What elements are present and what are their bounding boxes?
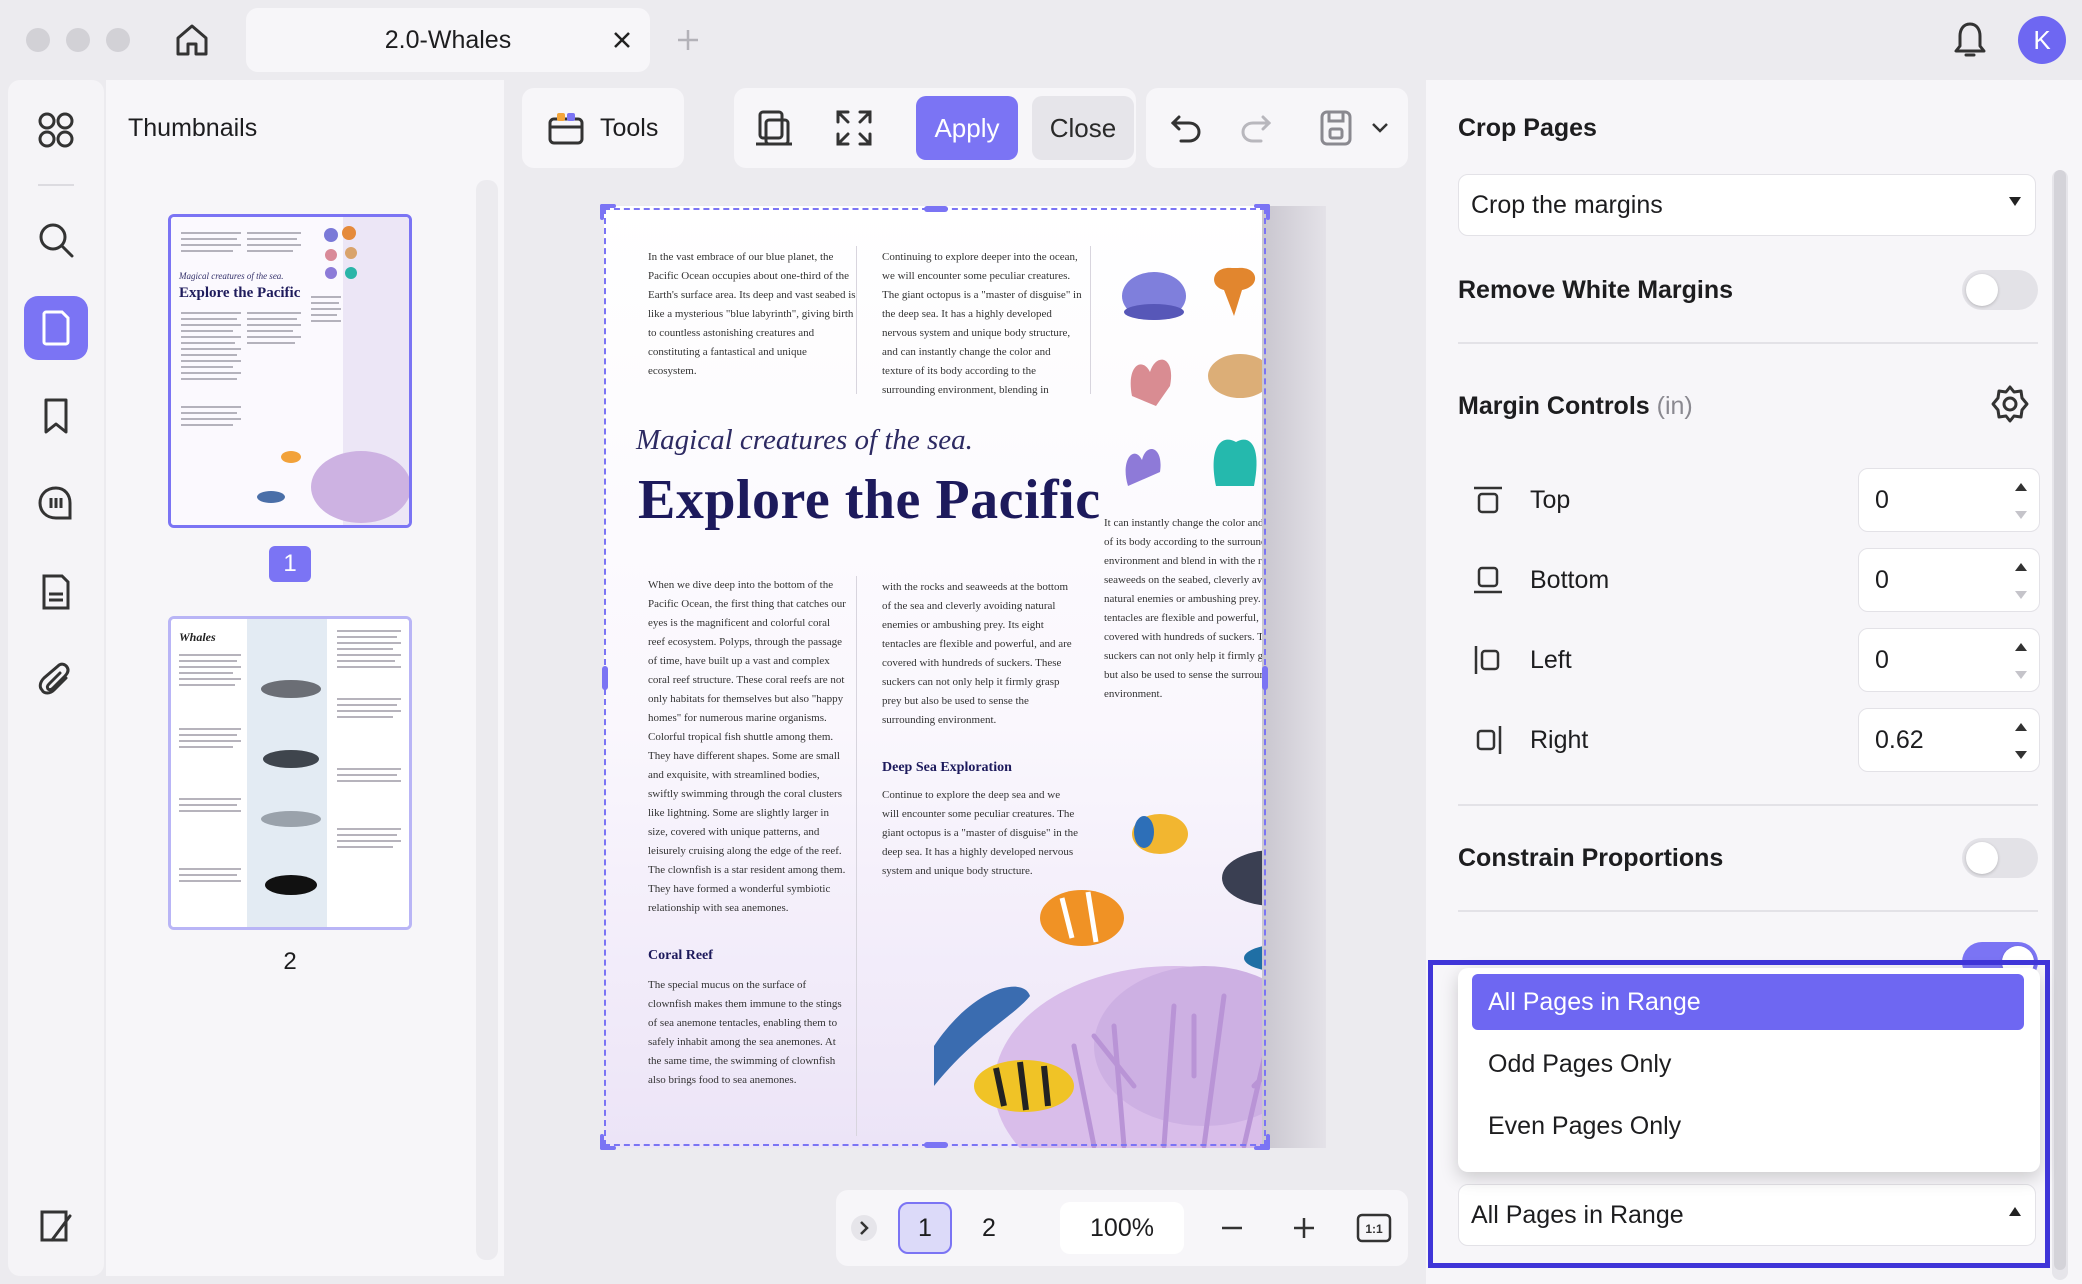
close-button[interactable]: Close (1032, 96, 1134, 160)
crop-handle-bottom-left[interactable] (600, 1134, 604, 1150)
chevron-right-icon[interactable] (844, 1202, 884, 1254)
svg-text:Magical creatures of the sea.: Magical creatures of the sea. (178, 271, 284, 281)
page-number-2: 2 (283, 948, 297, 975)
panel-scrollbar[interactable] (2052, 170, 2068, 1280)
undo-icon[interactable] (1166, 108, 1206, 148)
margin-bottom-label: Bottom (1530, 566, 1610, 594)
cropped-area (1262, 206, 1326, 1148)
page-icon[interactable] (24, 296, 88, 360)
margin-right-value: 0.62 (1875, 725, 1924, 754)
page-button-2[interactable]: 2 (962, 1202, 1016, 1254)
spinner-arrows-icon[interactable] (2015, 561, 2027, 601)
margin-top-label: Top (1530, 486, 1571, 514)
document-tab[interactable]: 2.0-Whales (246, 8, 650, 72)
svg-text:Explore the Pacific: Explore the Pacific (179, 285, 301, 301)
document-tab-title: 2.0-Whales (384, 25, 512, 54)
constrain-proportions-label: Constrain Proportions (1458, 844, 1724, 872)
redo-icon[interactable] (1236, 108, 1276, 148)
constrain-proportions-toggle[interactable] (1962, 838, 2038, 878)
margin-left-icon (1470, 642, 1506, 678)
highlight-frame (1428, 960, 2050, 1268)
window-zoom-button[interactable] (106, 28, 130, 52)
bookmark-icon[interactable] (24, 384, 88, 448)
divider (1458, 804, 2038, 806)
gear-icon[interactable] (1988, 382, 2032, 426)
panel-toggle-icon[interactable] (24, 1194, 88, 1258)
attachment-icon[interactable] (24, 648, 88, 712)
crop-handle-bottom[interactable] (924, 1142, 948, 1148)
margin-left-value: 0 (1875, 645, 1889, 674)
crop-handle-top-left[interactable] (600, 204, 604, 220)
comment-icon[interactable] (24, 472, 88, 536)
page-navigation: 1 2 100% 1:1 (836, 1190, 1408, 1266)
crop-page-icon[interactable] (750, 104, 798, 152)
title-bar: 2.0-Whales K (0, 0, 2082, 80)
margin-right-input[interactable]: 0.62 (1858, 708, 2040, 772)
thumbnails-title: Thumbnails (128, 114, 258, 142)
page-button-1[interactable]: 1 (898, 1202, 952, 1254)
margin-controls-label: Margin Controls (in) (1458, 392, 1693, 420)
crop-pages-title: Crop Pages (1458, 114, 1597, 142)
divider (1458, 910, 2038, 912)
grid-icon[interactable] (24, 98, 88, 162)
crop-handle-bottom-right[interactable] (1266, 1134, 1270, 1150)
caret-down-icon (2009, 197, 2021, 206)
margin-bottom-value: 0 (1875, 565, 1889, 594)
home-icon[interactable] (168, 16, 216, 64)
tools-icon (546, 108, 586, 148)
divider (1458, 342, 2038, 344)
margin-right-icon (1470, 722, 1506, 758)
margin-top-input[interactable]: 0 (1858, 468, 2040, 532)
page-thumbnail-1[interactable]: Magical creatures of the sea. Explore th… (168, 214, 412, 528)
crop-handle-top-right[interactable] (1266, 204, 1270, 220)
margin-bottom-input[interactable]: 0 (1858, 548, 2040, 612)
spinner-arrows-icon[interactable] (2015, 641, 2027, 681)
crop-mode-select[interactable]: Crop the margins (1458, 174, 2036, 236)
zoom-in-icon[interactable] (1278, 1202, 1330, 1254)
page-thumbnail-2[interactable]: Whales (168, 616, 412, 930)
margin-top-icon (1470, 482, 1506, 518)
crop-handle-top[interactable] (924, 206, 948, 212)
rail-divider (38, 184, 74, 186)
svg-text:Whales: Whales (179, 630, 216, 644)
tools-label: Tools (600, 114, 659, 142)
zoom-level[interactable]: 100% (1060, 1202, 1184, 1254)
notification-bell-icon[interactable] (1948, 16, 1992, 64)
svg-text:1:1: 1:1 (1365, 1222, 1383, 1236)
window-minimize-button[interactable] (66, 28, 90, 52)
crop-handle-left[interactable] (602, 666, 608, 690)
crop-handle-right[interactable] (1262, 666, 1268, 690)
margin-top-value: 0 (1875, 485, 1889, 514)
save-icon[interactable] (1316, 108, 1356, 148)
expand-icon[interactable] (830, 104, 878, 152)
margin-bottom-icon (1470, 562, 1506, 598)
window-close-button[interactable] (26, 28, 50, 52)
page-number-badge-1: 1 (269, 546, 311, 582)
apply-button[interactable]: Apply (916, 96, 1018, 160)
crop-mode-value: Crop the margins (1471, 190, 1663, 219)
thumbnails-panel: Thumbnails Magical creatures of the sea.… (106, 80, 504, 1276)
spinner-arrows-icon[interactable] (2015, 481, 2027, 521)
margin-left-label: Left (1530, 646, 1572, 674)
form-icon[interactable] (24, 560, 88, 624)
margin-right-label: Right (1530, 726, 1589, 754)
crop-box[interactable] (600, 204, 1270, 1150)
history-group (1146, 88, 1408, 168)
chevron-down-icon[interactable] (1368, 116, 1392, 140)
zoom-out-icon[interactable] (1206, 1202, 1258, 1254)
search-icon[interactable] (24, 208, 88, 272)
remove-white-margins-toggle[interactable] (1962, 270, 2038, 310)
margin-left-input[interactable]: 0 (1858, 628, 2040, 692)
user-avatar[interactable]: K (2018, 16, 2066, 64)
left-rail (8, 80, 104, 1276)
remove-white-margins-label: Remove White Margins (1458, 276, 1734, 304)
close-tab-icon[interactable] (608, 26, 636, 54)
spinner-arrows-icon[interactable] (2015, 721, 2027, 761)
actual-size-icon[interactable]: 1:1 (1348, 1202, 1400, 1254)
thumbnails-scrollbar[interactable] (476, 180, 498, 1260)
tools-group[interactable]: Tools (522, 88, 684, 168)
new-tab-icon[interactable] (672, 24, 704, 56)
